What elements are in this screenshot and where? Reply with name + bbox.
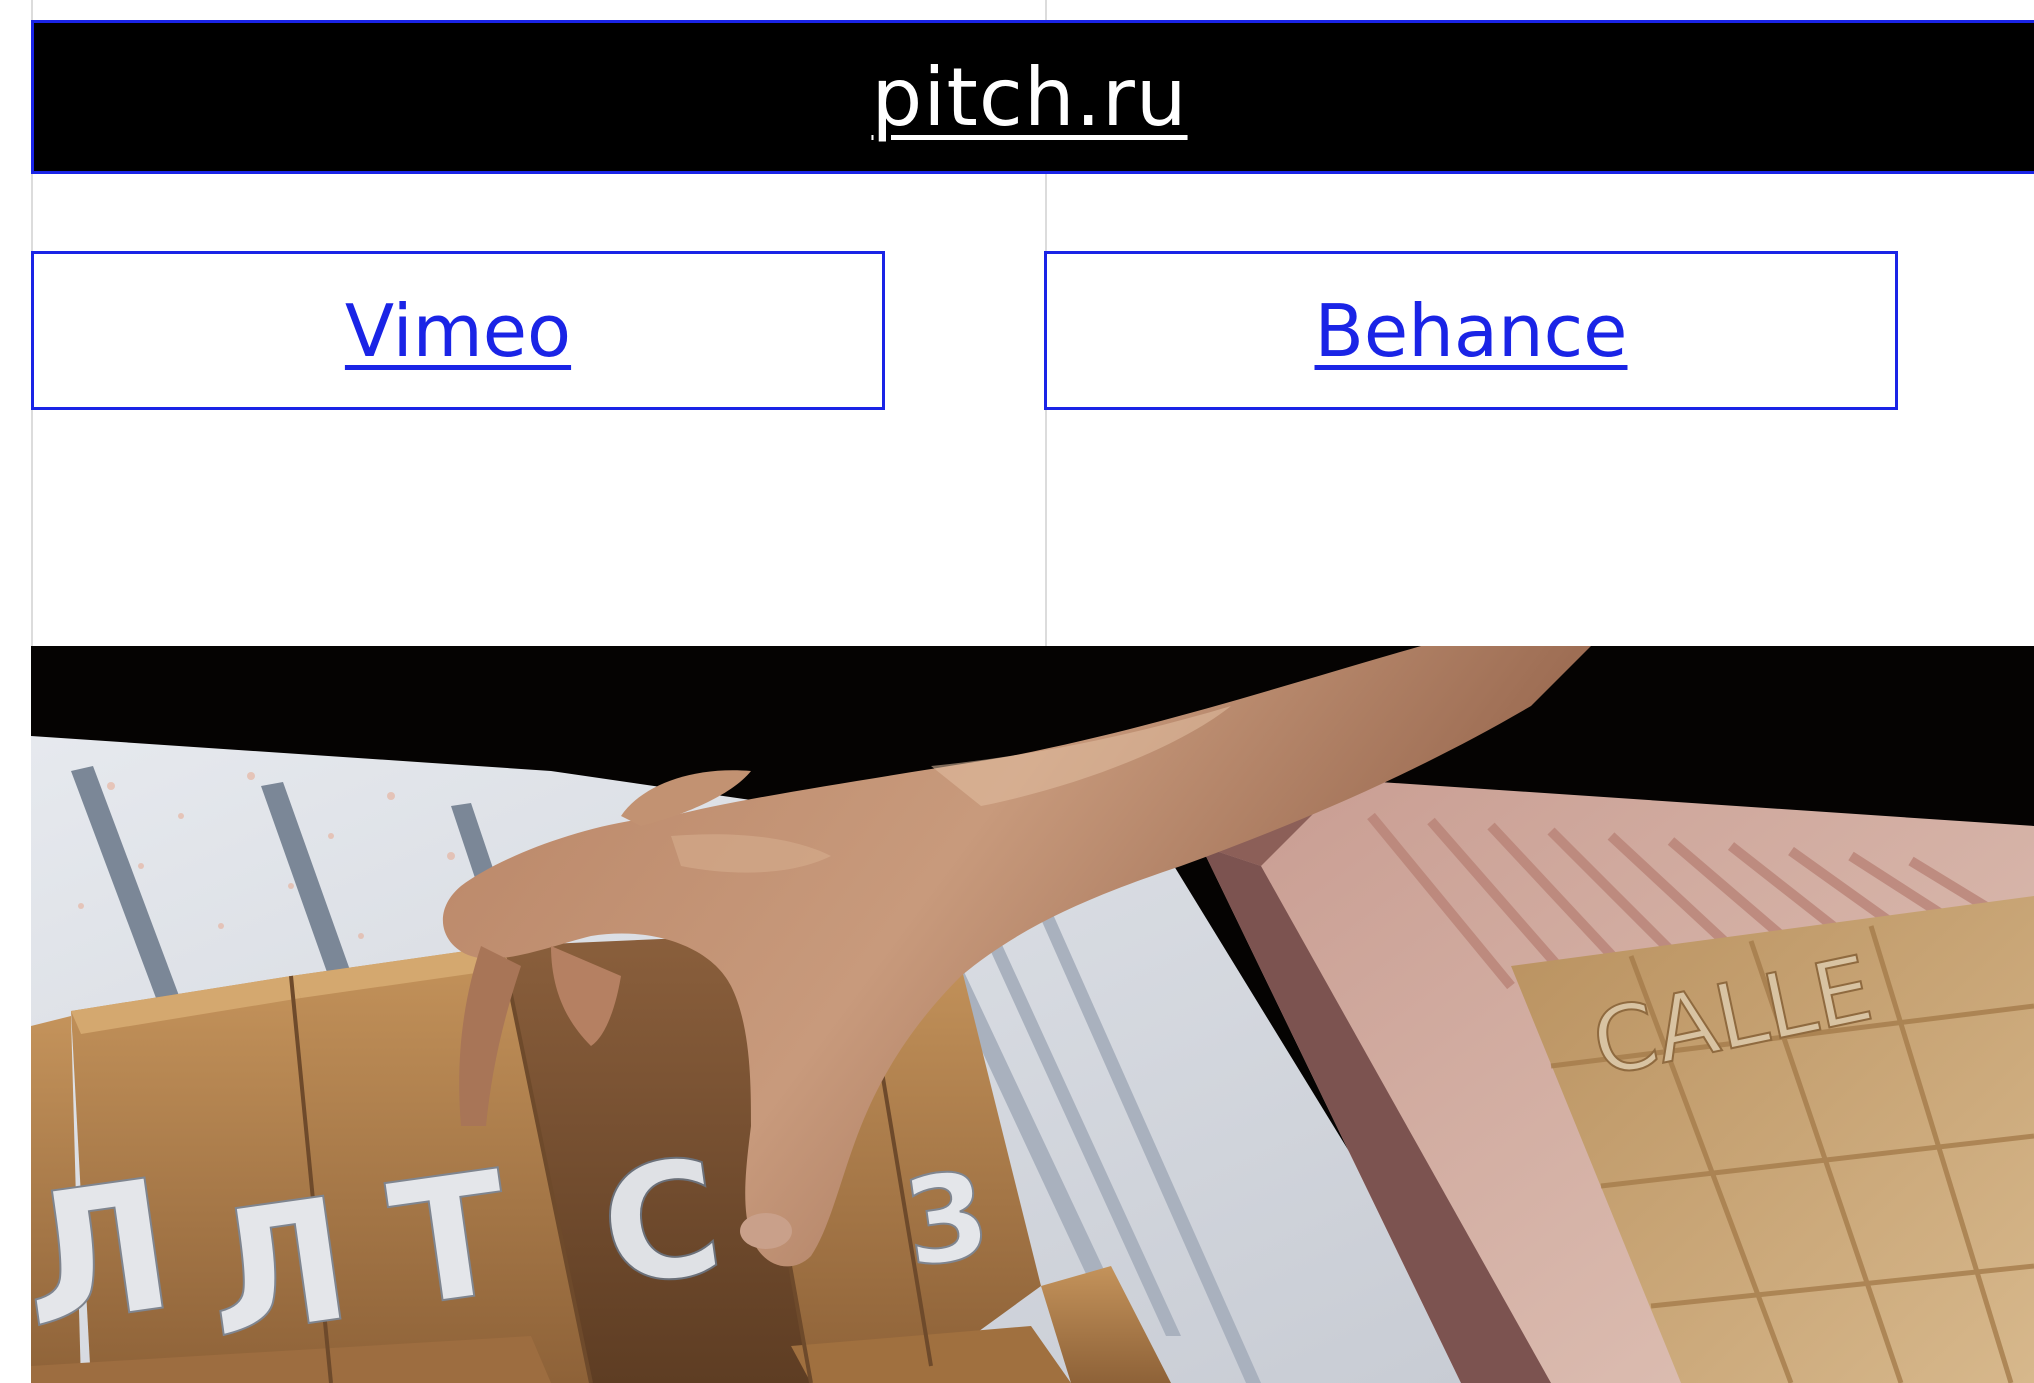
behance-link-box[interactable]: Behance: [1044, 251, 1898, 410]
behance-link[interactable]: Behance: [1315, 289, 1628, 373]
project-photo: CALLE Л Л Т С 3: [31, 646, 2034, 1383]
page: pitch.ru Vimeo Behance CALLE Л Л Т С 3: [0, 0, 2034, 1383]
photo-illustration: CALLE Л Л Т С 3: [31, 646, 2034, 1383]
vimeo-link-box[interactable]: Vimeo: [31, 251, 885, 410]
photo-tile-letter-a: Л: [194, 1161, 361, 1377]
vimeo-link[interactable]: Vimeo: [345, 289, 571, 373]
site-banner: pitch.ru: [31, 20, 2034, 174]
site-link-pitch[interactable]: pitch.ru: [871, 51, 1187, 144]
